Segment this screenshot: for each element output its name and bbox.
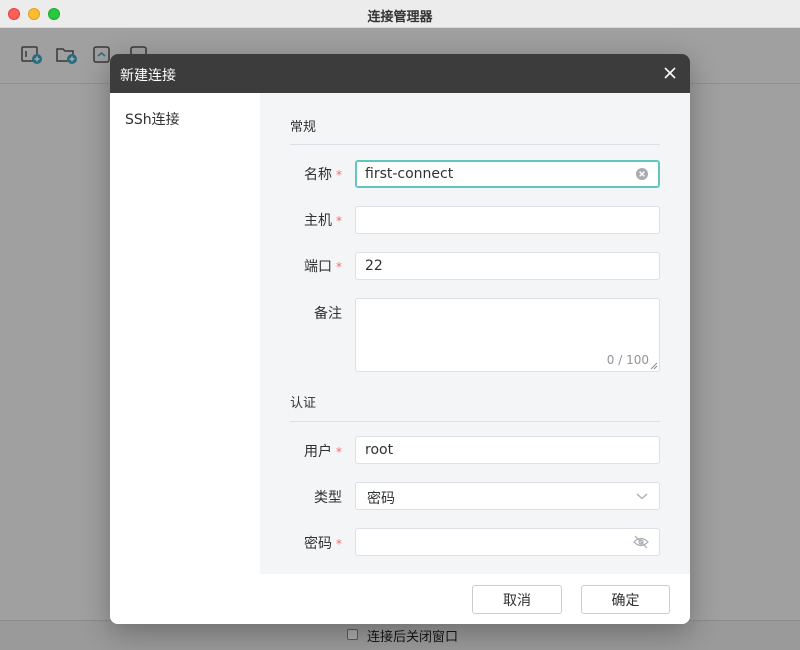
cancel-button[interactable]: 取消 [472,585,562,614]
required-mark: * [336,214,342,228]
window-title: 连接管理器 [367,10,433,25]
close-icon[interactable] [662,65,678,81]
host-field[interactable] [355,206,660,234]
chevron-down-icon [636,493,648,500]
sidebar-item-ssh[interactable]: SSh连接 [125,109,180,129]
section-title-general: 常规 [290,120,317,135]
auth-type-value: 密码 [367,491,395,507]
host-label: 主机 * [304,213,342,229]
user-field[interactable] [355,436,660,464]
port-field[interactable] [355,252,660,280]
note-field[interactable]: 0 / 100 [355,298,660,372]
resize-handle-icon[interactable] [650,362,658,370]
clear-icon[interactable] [635,167,649,181]
required-mark: * [336,445,342,459]
note-counter: 0 / 100 [606,353,649,367]
required-mark: * [336,537,342,551]
type-label: 类型 [314,490,342,506]
eye-off-icon[interactable] [633,535,649,549]
name-field[interactable] [355,160,660,188]
user-label: 用户 * [304,444,342,460]
password-input[interactable] [356,529,626,555]
title-bar: 连接管理器 [0,0,800,28]
required-mark: * [336,260,342,274]
dialog-footer: 取消 确定 [110,574,690,624]
host-input[interactable] [356,207,626,233]
name-input[interactable] [356,161,626,187]
name-label: 名称 * [304,167,342,183]
section-divider [290,144,660,145]
dialog-sidebar: SSh连接 [110,93,260,574]
dialog-header: 新建连接 [110,54,690,93]
note-label: 备注 [314,306,342,322]
new-connection-dialog: 新建连接 SSh连接 常规 名称* 主机* 端口* [110,54,690,624]
auth-type-select[interactable]: 密码 [355,482,660,510]
dialog-form: 常规 名称* 主机* 端口* 备注 0 / 100 [260,93,690,574]
password-field[interactable] [355,528,660,556]
port-input[interactable] [356,253,626,279]
section-divider [290,421,660,422]
password-label: 密码 * [304,536,342,552]
section-title-auth: 认证 [290,396,317,411]
port-label: 端口 * [304,259,342,275]
required-mark: * [336,168,342,182]
note-textarea[interactable] [356,299,656,359]
dialog-title: 新建连接 [120,68,176,84]
user-input[interactable] [356,437,626,463]
confirm-button[interactable]: 确定 [581,585,670,614]
